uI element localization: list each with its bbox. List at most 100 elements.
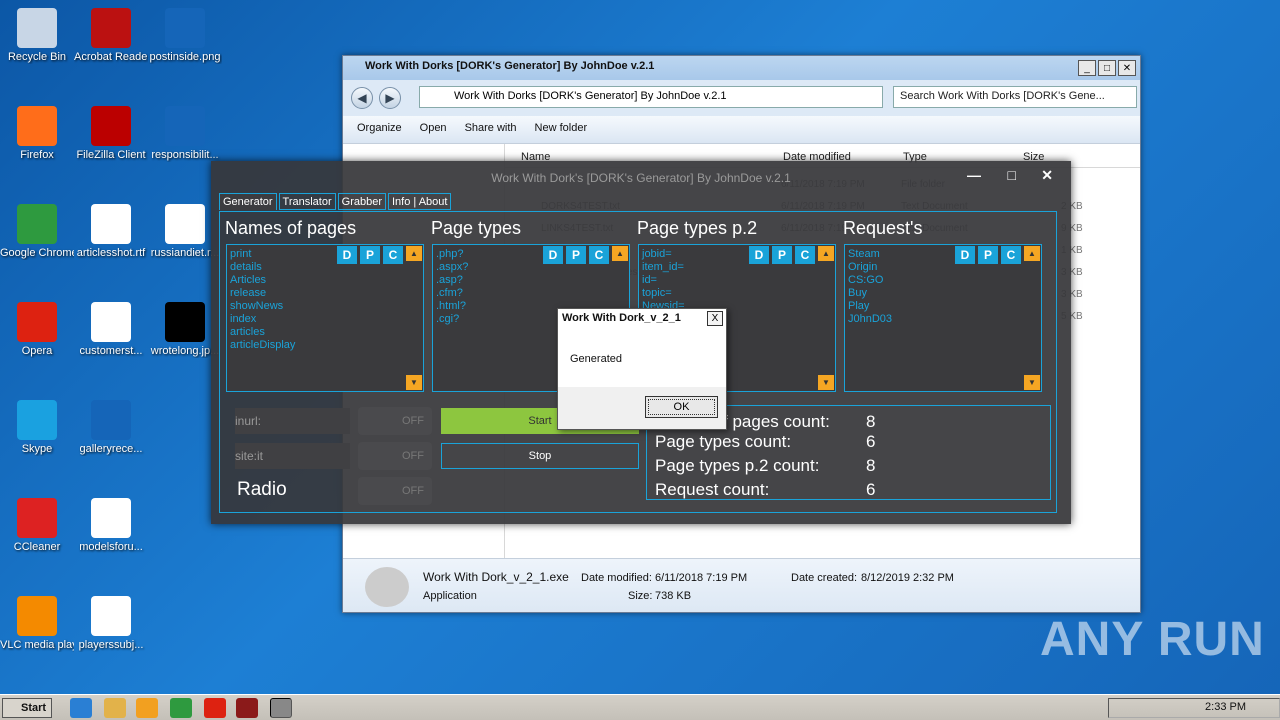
section-listbox[interactable]: Steam Origin CS:GO Buy Play J0hnD03 D P C ▲ ▼ bbox=[844, 244, 1042, 392]
tab-info-about[interactable]: Info | About bbox=[388, 193, 452, 210]
stop-button[interactable]: Stop bbox=[441, 443, 639, 469]
list-item[interactable]: articles bbox=[230, 326, 295, 339]
desktop-icon[interactable]: Recycle Bin bbox=[0, 8, 74, 64]
scroll-up-icon[interactable]: ▲ bbox=[818, 246, 834, 261]
d-button[interactable]: D bbox=[955, 246, 975, 264]
desktop-icon[interactable]: responsibilit... bbox=[148, 106, 222, 162]
desktop-icon[interactable]: VLC media player bbox=[0, 596, 74, 652]
open-button[interactable]: Open bbox=[420, 122, 447, 143]
count-row: Page types count: 6 bbox=[655, 432, 875, 452]
list-item[interactable]: Origin bbox=[848, 261, 892, 274]
p-button[interactable]: P bbox=[360, 246, 380, 264]
forward-icon[interactable]: ▶ bbox=[379, 87, 401, 109]
desktop-icon[interactable]: Google Chrome bbox=[0, 204, 74, 260]
desktop-icon[interactable]: modelsforu... bbox=[74, 498, 148, 554]
list-item[interactable]: Play bbox=[848, 300, 892, 313]
desktop-icon[interactable]: Opera bbox=[0, 302, 74, 358]
back-icon[interactable]: ◀ bbox=[351, 87, 373, 109]
maximize-button[interactable]: □ bbox=[1008, 167, 1016, 183]
scroll-up-icon[interactable]: ▲ bbox=[1024, 246, 1040, 261]
winrar-icon[interactable] bbox=[236, 698, 258, 718]
minimize-button[interactable]: — bbox=[967, 167, 981, 183]
chrome-icon[interactable] bbox=[170, 698, 192, 718]
list-item[interactable]: item_id= bbox=[642, 261, 685, 274]
d-button[interactable]: D bbox=[337, 246, 357, 264]
c-button[interactable]: C bbox=[383, 246, 403, 264]
scroll-up-icon[interactable]: ▲ bbox=[406, 246, 422, 261]
p-button[interactable]: P bbox=[978, 246, 998, 264]
c-button[interactable]: C bbox=[795, 246, 815, 264]
maximize-button[interactable]: □ bbox=[1098, 60, 1116, 76]
desktop-icon[interactable]: Skype bbox=[0, 400, 74, 456]
list-item[interactable]: .cgi? bbox=[436, 313, 468, 326]
desktop-icon[interactable]: Acrobat Reader DC bbox=[74, 8, 148, 64]
new-folder-button[interactable]: New folder bbox=[535, 122, 588, 143]
scroll-down-icon[interactable]: ▼ bbox=[1024, 375, 1040, 390]
scrollbar[interactable]: ▲▼ bbox=[406, 246, 422, 390]
desktop-icon[interactable]: postinside.png bbox=[148, 8, 222, 64]
list-item[interactable]: J0hnD03 bbox=[848, 313, 892, 326]
desktop-icon[interactable]: articlesshot.rtf bbox=[74, 204, 148, 260]
close-button[interactable]: ✕ bbox=[1041, 167, 1053, 184]
tab-translator[interactable]: Translator bbox=[278, 193, 336, 210]
list-item[interactable]: .html? bbox=[436, 300, 468, 313]
d-button[interactable]: D bbox=[543, 246, 563, 264]
section-listbox[interactable]: print details Articles release showNews index… bbox=[226, 244, 424, 392]
list-item[interactable]: topic= bbox=[642, 287, 685, 300]
list-item[interactable]: id= bbox=[642, 274, 685, 287]
search-input[interactable]: Search Work With Dorks [DORK's Gene... bbox=[893, 86, 1137, 108]
desktop-icon[interactable]: FileZilla Client bbox=[74, 106, 148, 162]
list-item[interactable]: CS:GO bbox=[848, 274, 892, 287]
address-bar[interactable]: Work With Dorks [DORK's Generator] By Jo… bbox=[419, 86, 883, 108]
site-toggle[interactable]: OFF bbox=[358, 442, 432, 470]
c-button[interactable]: C bbox=[1001, 246, 1021, 264]
scroll-down-icon[interactable]: ▼ bbox=[818, 375, 834, 390]
minimize-button[interactable]: _ bbox=[1078, 60, 1096, 76]
tab-grabber[interactable]: Grabber bbox=[337, 193, 386, 210]
scrollbar[interactable]: ▲▼ bbox=[1024, 246, 1040, 390]
list-item[interactable]: Steam bbox=[848, 248, 892, 261]
desktop-icon[interactable]: playerssubj... bbox=[74, 596, 148, 652]
list-item[interactable]: Articles bbox=[230, 274, 295, 287]
d-button[interactable]: D bbox=[749, 246, 769, 264]
desktop-icon[interactable]: customerst... bbox=[74, 302, 148, 358]
list-item[interactable]: details bbox=[230, 261, 295, 274]
list-item[interactable]: showNews bbox=[230, 300, 295, 313]
share-button[interactable]: Share with bbox=[465, 122, 517, 143]
media-player-icon[interactable] bbox=[136, 698, 158, 718]
tab-generator[interactable]: Generator bbox=[219, 193, 277, 210]
list-item[interactable]: .aspx? bbox=[436, 261, 468, 274]
start-button[interactable]: Start bbox=[2, 698, 52, 718]
organize-button[interactable]: Organize bbox=[357, 122, 402, 143]
desktop-icon[interactable]: Firefox bbox=[0, 106, 74, 162]
list-item[interactable]: print bbox=[230, 248, 295, 261]
inurl-toggle[interactable]: OFF bbox=[358, 407, 432, 435]
desktop-icon[interactable]: galleryrece... bbox=[74, 400, 148, 456]
close-button[interactable]: ✕ bbox=[1118, 60, 1136, 76]
list-item[interactable]: release bbox=[230, 287, 295, 300]
p-button[interactable]: P bbox=[566, 246, 586, 264]
list-item[interactable]: index bbox=[230, 313, 295, 326]
list-item[interactable]: Buy bbox=[848, 287, 892, 300]
desktop-icon[interactable]: CCleaner bbox=[0, 498, 74, 554]
list-item[interactable]: jobid= bbox=[642, 248, 685, 261]
dialog-close-button[interactable]: X bbox=[707, 311, 723, 326]
dpc-buttons: DPC bbox=[543, 246, 609, 264]
ok-button[interactable]: OK bbox=[645, 396, 718, 418]
list-item[interactable]: .php? bbox=[436, 248, 468, 261]
list-item[interactable]: .asp? bbox=[436, 274, 468, 287]
scroll-up-icon[interactable]: ▲ bbox=[612, 246, 628, 261]
opera-icon[interactable] bbox=[204, 698, 226, 718]
ie-icon[interactable] bbox=[70, 698, 92, 718]
scrollbar[interactable]: ▲▼ bbox=[818, 246, 834, 390]
scroll-down-icon[interactable]: ▼ bbox=[406, 375, 422, 390]
message-dialog[interactable]: Work With Dork_v_2_1 X Generated OK bbox=[557, 308, 727, 430]
list-item[interactable]: .cfm? bbox=[436, 287, 468, 300]
explorer-icon[interactable] bbox=[104, 698, 126, 718]
desktop-icon-label: Acrobat Reader DC bbox=[74, 51, 148, 63]
p-button[interactable]: P bbox=[772, 246, 792, 264]
radio-toggle[interactable]: OFF bbox=[358, 477, 432, 505]
c-button[interactable]: C bbox=[589, 246, 609, 264]
dork-app-taskbar-icon[interactable] bbox=[270, 698, 292, 718]
list-item[interactable]: articleDisplay bbox=[230, 339, 295, 352]
